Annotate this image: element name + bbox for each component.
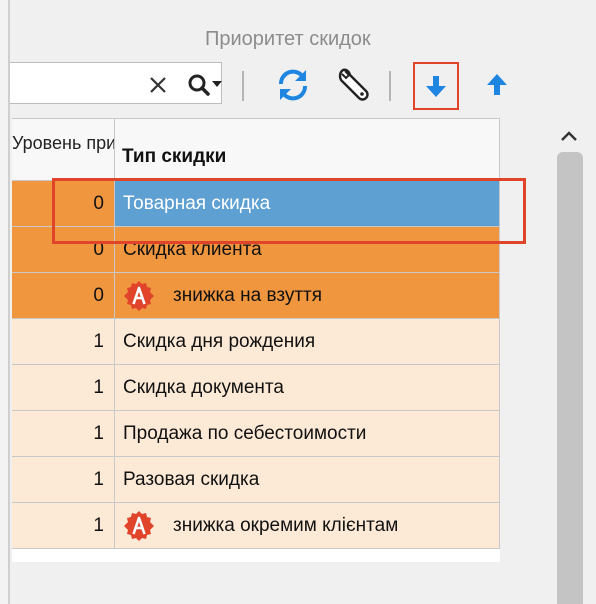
discount-badge-icon [123,280,155,312]
search-dropdown-icon[interactable] [187,72,225,98]
table-row[interactable]: 0 Скидка клиента [12,227,500,273]
priority-level-cell: 0 [12,181,115,226]
arrow-down-icon [426,76,446,97]
column-header-level[interactable]: Уровень приоритета [12,119,115,181]
priority-level-cell: 1 [12,503,115,548]
priority-level-cell: 1 [12,457,115,502]
table-row[interactable]: 1 знижка окремим клієнтам [12,503,500,549]
table-row[interactable]: 1 Продажа по себестоимости [12,411,500,457]
discount-type-cell: Разовая скидка [115,457,500,502]
priority-level-cell: 1 [12,365,115,410]
discount-type-cell: знижка окремим клієнтам [115,503,500,548]
discount-badge-icon [123,510,155,542]
discount-type-label: знижка окремим клієнтам [173,515,399,536]
table-row[interactable]: 1 Разовая скидка [12,457,500,503]
table-row[interactable]: 0 Товарная скидка [12,181,500,227]
discount-type-cell: Скидка документа [115,365,500,410]
toolbar [0,60,596,110]
column-header-type[interactable]: Тип скидки [115,119,500,181]
discount-type-label: Скидка клиента [123,239,262,260]
discount-type-label: Продажа по себестоимости [123,423,367,444]
column-header-level-label: Уровень приоритета [12,133,114,153]
table-row[interactable]: 1 Скидка дня рождения [12,319,500,365]
discount-type-cell: Продажа по себестоимости [115,411,500,456]
priority-level-cell: 1 [12,411,115,456]
move-down-button[interactable] [413,62,459,110]
discount-type-cell: Скидка клиента [115,227,500,272]
panel-title: Приоритет скидок [205,28,371,50]
discount-type-cell: Скидка дня рождения [115,319,500,364]
discount-type-cell: знижка на взуття [115,273,500,318]
discount-type-cell: Товарная скидка [115,181,500,226]
priority-level-cell: 1 [12,319,115,364]
scroll-up-chevron-icon[interactable] [556,126,582,146]
search-input[interactable] [10,62,222,104]
vertical-scrollbar-thumb[interactable] [557,152,583,604]
discount-type-label: Скидка документа [123,377,284,398]
discount-type-label: Разовая скидка [123,469,260,490]
toolbar-separator [389,71,391,101]
refresh-icon[interactable] [273,65,313,105]
discount-type-label: Скидка дня рождения [123,331,316,352]
priority-level-cell: 0 [12,273,115,318]
wrench-icon[interactable] [334,65,374,105]
arrow-up-icon[interactable] [484,72,510,98]
column-header-type-label: Тип скидки [122,146,227,167]
table-row[interactable]: 1 Скидка документа [12,365,500,411]
discount-priority-table: Уровень приоритета Тип скидки 0 Товарная … [12,118,500,562]
toolbar-separator [242,71,244,101]
close-icon[interactable] [146,73,170,97]
priority-level-cell: 0 [12,227,115,272]
table-row[interactable]: 0 знижка на взуття [12,273,500,319]
discount-type-label: Товарная скидка [123,193,271,214]
table-header: Уровень приоритета Тип скидки [12,119,500,181]
